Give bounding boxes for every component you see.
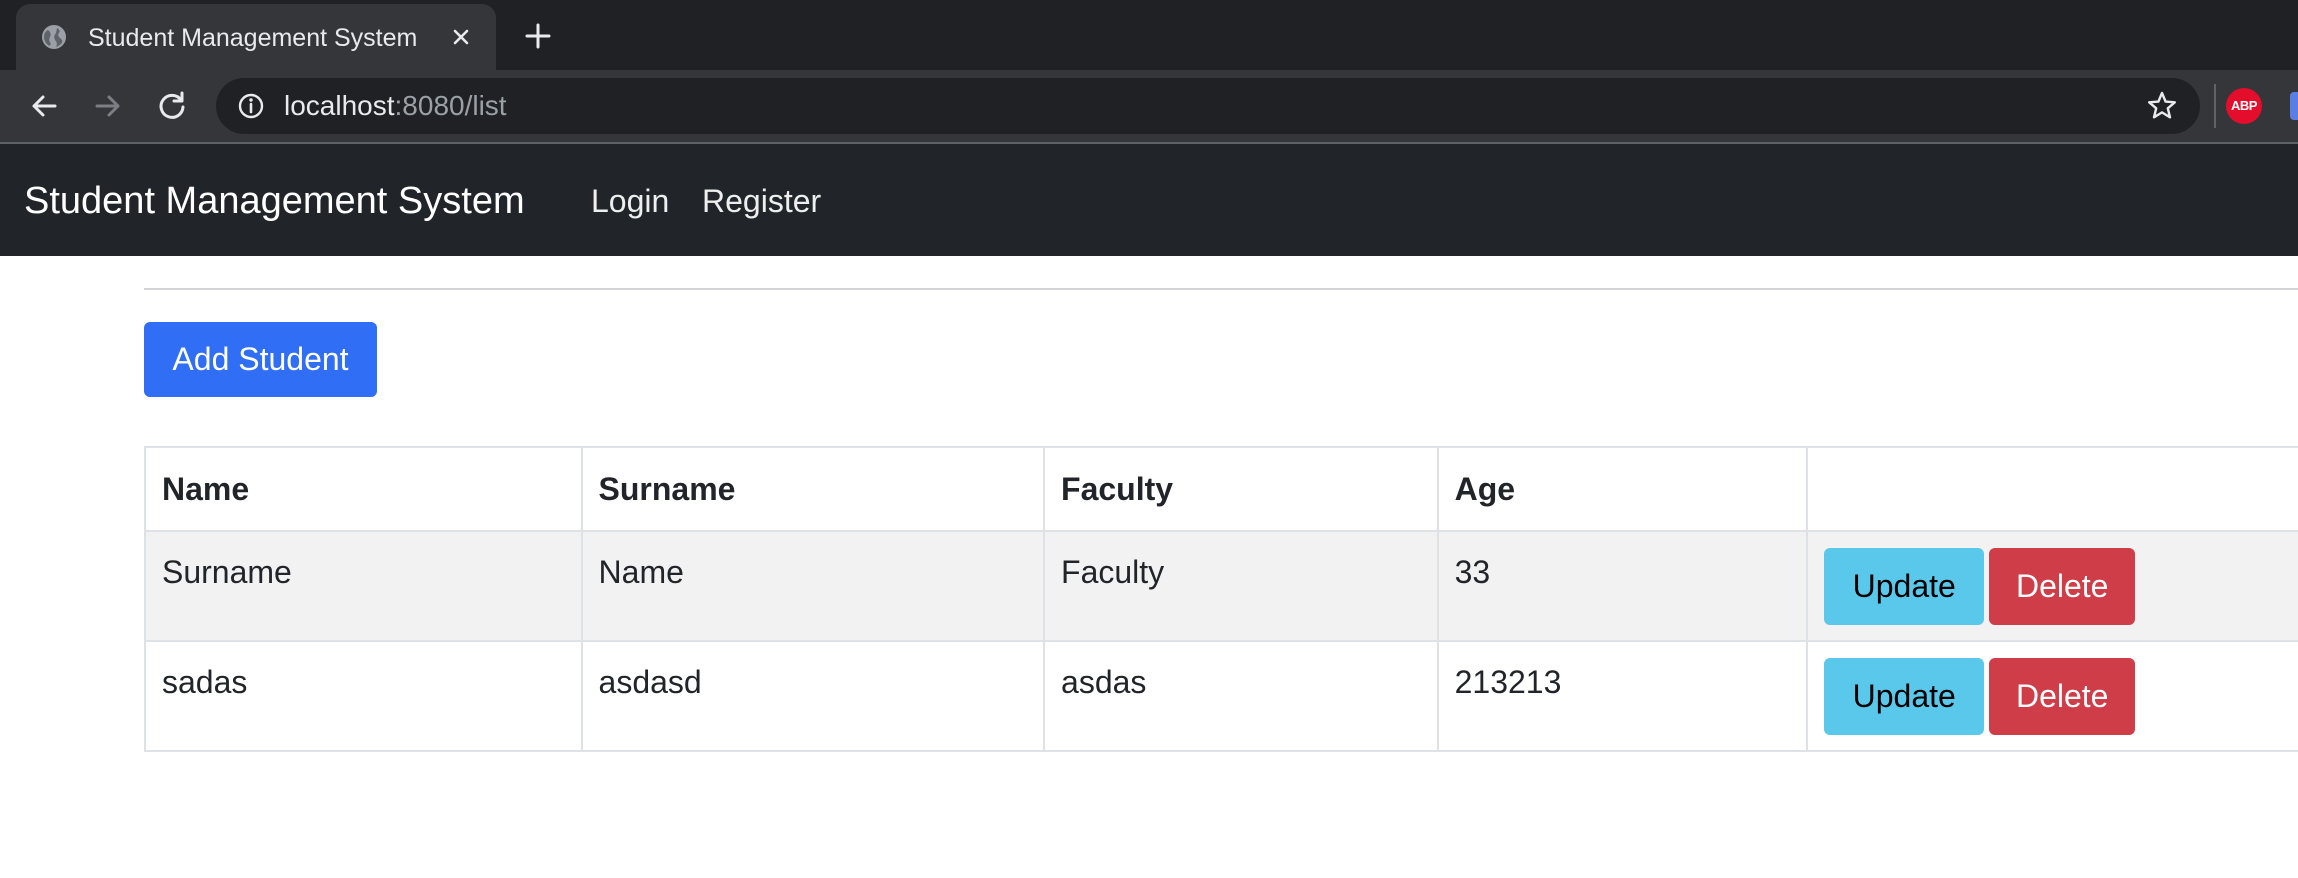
add-student-button[interactable]: Add Student: [144, 322, 377, 397]
nav-link-login[interactable]: Login: [591, 181, 669, 221]
new-tab-icon[interactable]: [522, 20, 554, 52]
app-navbar: Student Management System Login Register: [0, 144, 2298, 256]
extension-icon[interactable]: [2290, 92, 2298, 120]
adblock-extension-icon[interactable]: ABP: [2226, 88, 2262, 124]
close-icon[interactable]: [446, 22, 476, 52]
address-bar[interactable]: localhost:8080/list: [216, 78, 2200, 134]
navbar-brand[interactable]: Student Management System: [24, 179, 525, 223]
delete-button[interactable]: Delete: [1989, 658, 2136, 735]
cell-actions: Update Delete: [1806, 640, 2298, 752]
cell-actions: Update Delete: [1806, 530, 2298, 642]
cell-surname: asdasd: [580, 640, 1046, 752]
delete-button[interactable]: Delete: [1989, 548, 2136, 625]
table-row: Surname Name Faculty 33 Update Delete: [144, 530, 2298, 642]
table-header-row: Name Surname Faculty Age: [144, 446, 2298, 532]
column-header-surname: Surname: [580, 446, 1046, 532]
toolbar-divider: [2214, 84, 2216, 128]
column-header-actions: [1806, 446, 2298, 532]
back-arrow-icon[interactable]: [26, 88, 62, 124]
cell-surname: Name: [580, 530, 1046, 642]
tab-title: Student Management System: [88, 24, 418, 52]
browser-toolbar: localhost:8080/list ABP: [0, 70, 2298, 144]
update-button[interactable]: Update: [1824, 658, 1985, 735]
column-header-faculty: Faculty: [1043, 446, 1439, 532]
cell-faculty: Faculty: [1043, 530, 1439, 642]
update-button[interactable]: Update: [1824, 548, 1985, 625]
cell-age: 213213: [1436, 640, 1809, 752]
globe-icon: [40, 23, 68, 51]
students-table: Name Surname Faculty Age Surname Name Fa…: [144, 446, 2298, 752]
reload-icon[interactable]: [154, 88, 190, 124]
column-header-age: Age: [1436, 446, 1809, 532]
url-path: :8080/list: [394, 90, 507, 121]
browser-tab-strip: Student Management System: [0, 0, 2298, 70]
divider: [144, 288, 2298, 290]
forward-arrow-icon[interactable]: [90, 88, 126, 124]
cell-name: Surname: [144, 530, 583, 642]
cell-faculty: asdas: [1043, 640, 1439, 752]
info-icon[interactable]: [236, 91, 266, 121]
cell-name: sadas: [144, 640, 583, 752]
bookmark-star-icon[interactable]: [2146, 90, 2178, 122]
nav-link-register[interactable]: Register: [702, 181, 821, 221]
browser-tab[interactable]: Student Management System: [16, 4, 496, 70]
cell-age: 33: [1436, 530, 1809, 642]
url-text: localhost:8080/list: [284, 90, 507, 122]
table-row: sadas asdasd asdas 213213 Update Delete: [144, 640, 2298, 752]
url-host: localhost: [284, 90, 395, 121]
column-header-name: Name: [144, 446, 583, 532]
